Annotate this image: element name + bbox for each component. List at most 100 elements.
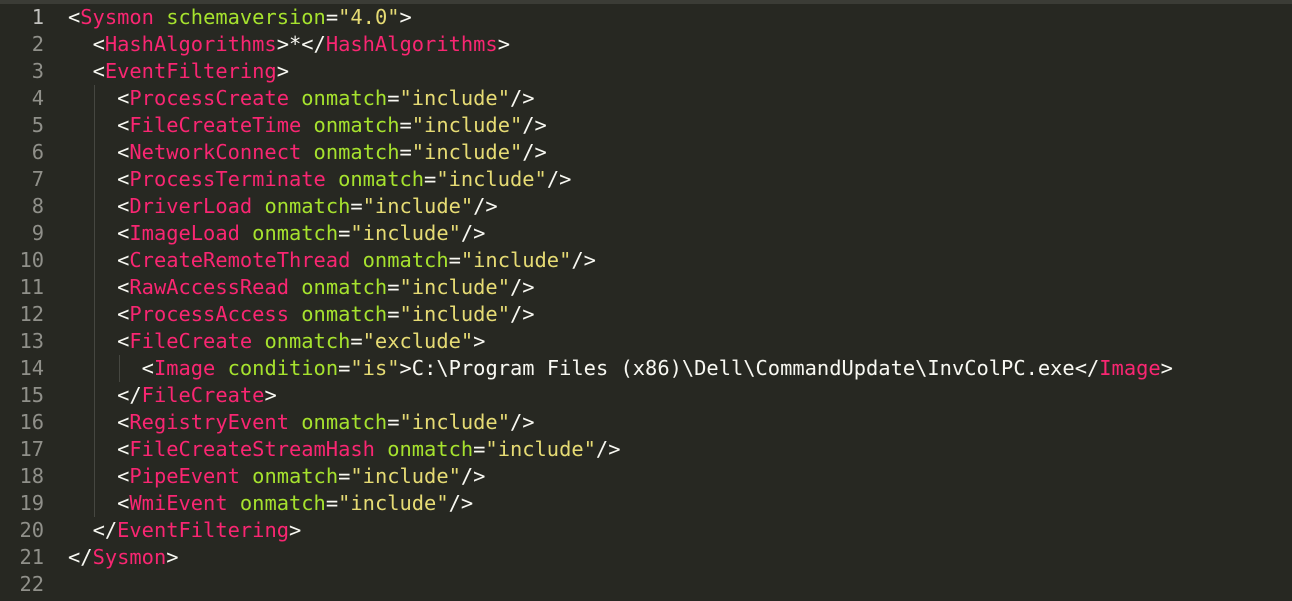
code-tag-name: PipeEvent	[129, 464, 240, 488]
code-punctuation: </	[1074, 356, 1100, 380]
code-content[interactable]: <ImageLoad onmatch="include"/>	[68, 220, 485, 247]
code-line[interactable]: 17 <FileCreateStreamHash onmatch="includ…	[0, 436, 1292, 463]
code-content[interactable]: <FileCreate onmatch="exclude">	[68, 328, 485, 355]
code-attribute-value: "include"	[399, 410, 510, 434]
code-punctuation	[215, 356, 227, 380]
code-punctuation: <	[117, 194, 130, 218]
code-attribute-name: onmatch	[264, 329, 351, 353]
code-tag-name: CreateRemoteThread	[129, 248, 351, 272]
code-line[interactable]: 19 <WmiEvent onmatch="include"/>	[0, 490, 1292, 517]
code-line[interactable]: 21 </Sysmon>	[0, 544, 1292, 571]
code-editor[interactable]: 1 <Sysmon schemaversion="4.0"> 2 <HashAlgo…	[0, 0, 1292, 601]
code-content[interactable]: <ProcessAccess onmatch="include"/>	[68, 301, 534, 328]
code-content[interactable]: <FileCreateTime onmatch="include"/>	[68, 112, 547, 139]
code-attribute-value: "include"	[350, 464, 461, 488]
code-punctuation	[350, 248, 362, 272]
code-attribute-value: "include"	[411, 140, 523, 164]
code-line[interactable]: 15 </FileCreate>	[0, 382, 1292, 409]
code-content[interactable]: <FileCreateStreamHash onmatch="include"/…	[68, 436, 620, 463]
code-punctuation: <	[141, 356, 154, 380]
code-line[interactable]: 14 <Image condition="is">C:\Program File…	[0, 355, 1292, 382]
code-punctuation: />	[509, 410, 535, 434]
code-tag-name: EventFiltering	[104, 59, 277, 83]
code-content[interactable]: <DriverLoad onmatch="include"/>	[68, 193, 498, 220]
code-punctuation	[301, 113, 313, 137]
code-line[interactable]: 7 <ProcessTerminate onmatch="include"/>	[0, 166, 1292, 193]
code-tag-name: RawAccessRead	[129, 275, 289, 299]
code-line[interactable]: 5 <FileCreateTime onmatch="include"/>	[0, 112, 1292, 139]
code-content[interactable]: <WmiEvent onmatch="include"/>	[68, 490, 473, 517]
code-line[interactable]: 8 <DriverLoad onmatch="include"/>	[0, 193, 1292, 220]
code-line[interactable]: 18 <PipeEvent onmatch="include"/>	[0, 463, 1292, 490]
code-punctuation: <	[68, 5, 81, 29]
code-attribute-name: onmatch	[301, 275, 388, 299]
code-punctuation: <	[92, 32, 105, 56]
code-punctuation: />	[460, 221, 486, 245]
code-content[interactable]: <ProcessCreate onmatch="include"/>	[68, 85, 534, 112]
code-punctuation: </	[68, 545, 93, 569]
code-content[interactable]: <RawAccessRead onmatch="include"/>	[68, 274, 534, 301]
code-tag-name: NetworkConnect	[129, 140, 302, 164]
code-punctuation: =	[399, 140, 412, 164]
code-line[interactable]: 20 </EventFiltering>	[0, 517, 1292, 544]
code-punctuation: />	[473, 194, 498, 218]
code-punctuation	[289, 86, 301, 110]
code-lines[interactable]: 1 <Sysmon schemaversion="4.0"> 2 <HashAlgo…	[0, 4, 1292, 598]
line-number: 13	[19, 329, 44, 353]
code-tag-name: Sysmon	[92, 545, 167, 569]
line-number: 6	[31, 140, 44, 164]
code-line[interactable]: 4 <ProcessCreate onmatch="include"/>	[0, 85, 1292, 112]
code-punctuation: =	[338, 464, 351, 488]
code-punctuation: =	[387, 86, 400, 110]
line-number: 2	[31, 32, 44, 56]
code-content[interactable]: <CreateRemoteThread onmatch="include"/>	[68, 247, 596, 274]
code-attribute-name: onmatch	[313, 140, 400, 164]
code-content[interactable]: <PipeEvent onmatch="include"/>	[68, 463, 485, 490]
code-content[interactable]: <EventFiltering>	[68, 58, 289, 85]
code-punctuation: <	[117, 221, 130, 245]
code-content[interactable]: <ProcessTerminate onmatch="include"/>	[68, 166, 571, 193]
code-line[interactable]: 12 <ProcessAccess onmatch="include"/>	[0, 301, 1292, 328]
code-content[interactable]: </Sysmon>	[68, 544, 179, 571]
code-attribute-value: "include"	[436, 167, 547, 191]
line-number: 12	[19, 302, 44, 326]
code-punctuation: >	[1160, 356, 1173, 380]
code-punctuation: <	[117, 167, 130, 191]
code-content[interactable]: <RegistryEvent onmatch="include"/>	[68, 409, 535, 436]
code-tag-name: HashAlgorithms	[104, 32, 277, 56]
code-punctuation: <	[117, 140, 130, 164]
code-content[interactable]: <Sysmon schemaversion="4.0">	[68, 4, 412, 31]
code-punctuation: </	[117, 383, 142, 407]
code-line[interactable]: 13 <FileCreate onmatch="exclude">	[0, 328, 1292, 355]
code-punctuation: <	[92, 59, 105, 83]
line-number: 1	[31, 5, 44, 29]
code-attribute-name: onmatch	[252, 464, 339, 488]
code-line[interactable]: 16 <RegistryEvent onmatch="include"/>	[0, 409, 1292, 436]
code-content[interactable]: </EventFiltering>	[68, 517, 302, 544]
line-number: 16	[19, 410, 44, 434]
code-line[interactable]: 6 <NetworkConnect onmatch="include"/>	[0, 139, 1292, 166]
code-attribute-name: onmatch	[313, 113, 400, 137]
line-number: 22	[19, 572, 44, 596]
code-line[interactable]: 9 <ImageLoad onmatch="include"/>	[0, 220, 1292, 247]
code-attribute-value: "include"	[485, 437, 596, 461]
code-punctuation: =	[325, 491, 339, 515]
code-content[interactable]: </FileCreate>	[68, 382, 277, 409]
code-line[interactable]: 3 <EventFiltering>	[0, 58, 1292, 85]
line-number: 20	[19, 518, 44, 542]
code-content[interactable]: <Image condition="is">C:\Program Files (…	[68, 355, 1173, 382]
code-attribute-name: onmatch	[387, 437, 474, 461]
code-tag-name: RegistryEvent	[129, 410, 289, 434]
code-content[interactable]: <HashAlgorithms>*</HashAlgorithms>	[68, 31, 510, 58]
code-attribute-value: "4.0"	[338, 5, 400, 29]
code-line[interactable]: 10 <CreateRemoteThread onmatch="include"…	[0, 247, 1292, 274]
code-content[interactable]: <NetworkConnect onmatch="include"/>	[68, 139, 547, 166]
code-line[interactable]: 2 <HashAlgorithms>*</HashAlgorithms>	[0, 31, 1292, 58]
line-number: 5	[31, 113, 44, 137]
code-line[interactable]: 22	[0, 571, 1292, 598]
code-line[interactable]: 1 <Sysmon schemaversion="4.0">	[0, 4, 1292, 31]
code-punctuation: <	[117, 410, 130, 434]
code-punctuation	[240, 464, 252, 488]
code-line[interactable]: 11 <RawAccessRead onmatch="include"/>	[0, 274, 1292, 301]
code-punctuation: <	[117, 464, 130, 488]
